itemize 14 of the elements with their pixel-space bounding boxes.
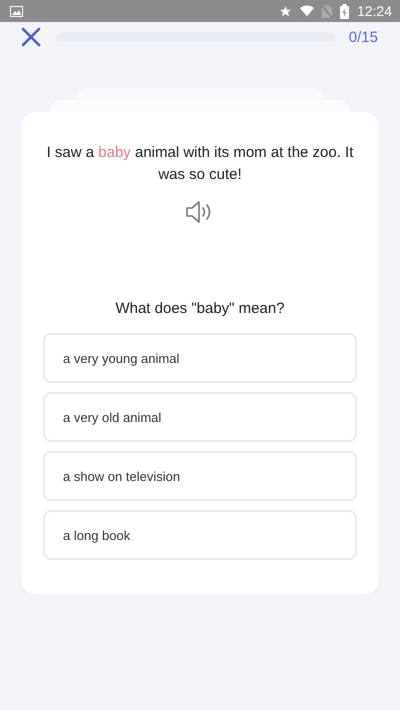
star-icon [278, 4, 292, 18]
no-sim-icon [322, 4, 332, 18]
answer-option[interactable]: a very old animal [43, 392, 357, 442]
answer-option[interactable]: a very young animal [43, 333, 357, 383]
answer-option[interactable]: a long book [43, 510, 357, 560]
battery-icon [340, 4, 349, 18]
example-sentence: I saw a baby animal with its mom at the zoo. It was so cute! [46, 143, 354, 185]
wifi-icon [300, 5, 314, 17]
question-text: What does "baby" mean? [115, 300, 285, 317]
image-icon [10, 6, 23, 16]
answer-option[interactable]: a show on television [43, 451, 357, 501]
clock-time: 12:24 [356, 3, 392, 19]
close-button[interactable] [20, 26, 42, 48]
progress-counter: 0/15 [348, 28, 378, 46]
